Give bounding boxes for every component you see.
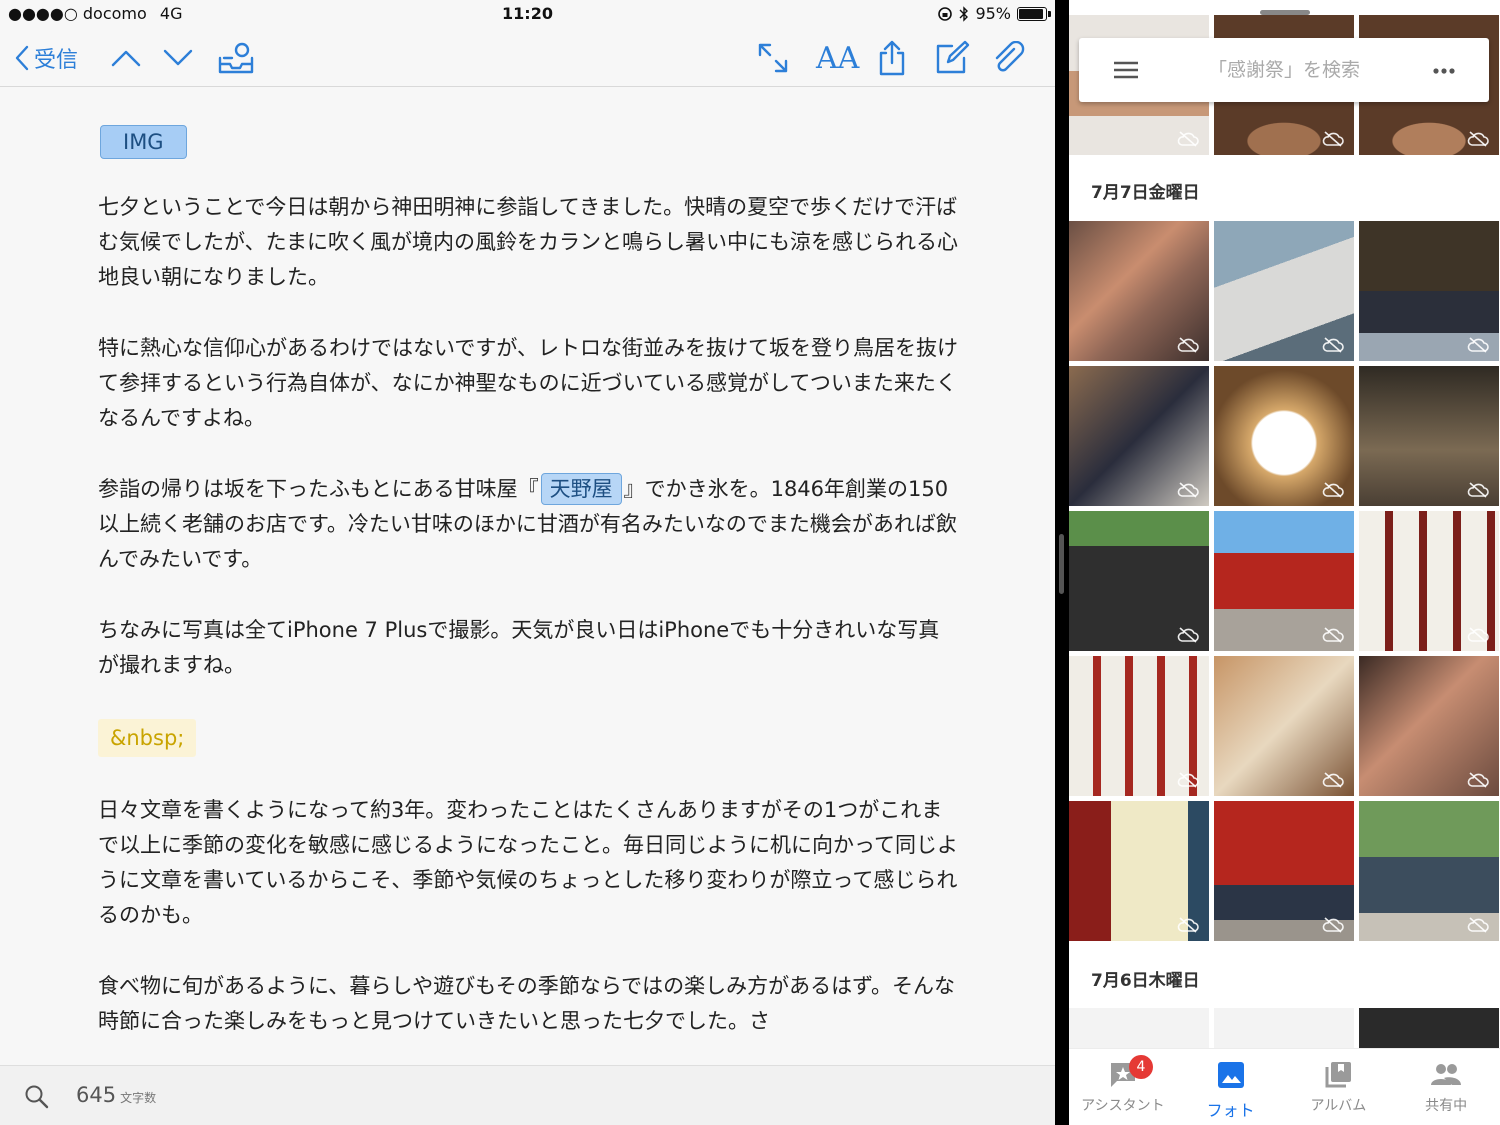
cloud-off-icon bbox=[1322, 772, 1344, 788]
paragraph-6: 食べ物に旬があるように、暮らしや遊びもその季節ならではの楽しみ方があるはず。そん… bbox=[98, 974, 956, 1033]
nav-sharing[interactable]: 共有中 bbox=[1392, 1049, 1500, 1125]
back-button[interactable]: 受信 bbox=[14, 38, 78, 78]
photo-tile[interactable] bbox=[1069, 221, 1209, 361]
share-button[interactable] bbox=[876, 38, 908, 78]
paragraph-4: ちなみに写真は全てiPhone 7 Plusで撮影。天気が良い日はiPhoneで… bbox=[98, 618, 940, 677]
photo-tile[interactable] bbox=[1069, 801, 1209, 941]
editor-content[interactable]: IMG 七夕ということで今日は朝から神田明神に参詣してきました。快晴の夏空で歩く… bbox=[98, 100, 958, 1075]
editor-bottom-bar: 645 文字数 bbox=[0, 1065, 1055, 1125]
battery-percent: 95% bbox=[975, 4, 1011, 23]
cloud-off-icon bbox=[1467, 917, 1489, 933]
cloud-off-icon bbox=[1322, 131, 1344, 147]
photo-tile[interactable] bbox=[1214, 366, 1354, 506]
drag-handle[interactable] bbox=[1260, 10, 1310, 15]
nav-assistant[interactable]: 4 アシスタント bbox=[1069, 1049, 1177, 1125]
cloud-off-icon bbox=[1177, 482, 1199, 498]
attach-icon bbox=[995, 41, 1025, 72]
editor-pane: ●●●●○ docomo 4G 11:20 95% 受信 AA IMG 七夕とい… bbox=[0, 0, 1055, 1125]
more-icon[interactable] bbox=[1433, 68, 1455, 74]
chevron-up-icon bbox=[111, 50, 141, 67]
photo-grid-july-6 bbox=[1069, 1008, 1499, 1048]
cloud-off-icon bbox=[1322, 627, 1344, 643]
compose-button[interactable] bbox=[934, 38, 970, 78]
next-button[interactable] bbox=[162, 38, 194, 78]
cloud-off-icon bbox=[1467, 337, 1489, 353]
photo-tile[interactable] bbox=[1214, 1008, 1354, 1048]
photo-tile[interactable] bbox=[1069, 1008, 1209, 1048]
split-view-handle[interactable] bbox=[1059, 534, 1064, 594]
cloud-off-icon bbox=[1177, 627, 1199, 643]
paragraph-2: 特に熱心な信仰心があるわけではないですが、レトロな街並みを抜けて坂を登り鳥居を抜… bbox=[98, 336, 958, 430]
photo-tile[interactable] bbox=[1069, 366, 1209, 506]
photo-grid-july-7 bbox=[1069, 221, 1499, 941]
cloud-off-icon bbox=[1467, 627, 1489, 643]
bluetooth-icon bbox=[959, 5, 969, 22]
inbox-archive-icon bbox=[218, 42, 254, 74]
photo-tile[interactable] bbox=[1214, 801, 1354, 941]
photo-tile[interactable] bbox=[1359, 366, 1499, 506]
chevron-left-icon bbox=[15, 45, 29, 71]
expand-icon bbox=[758, 43, 788, 73]
clock: 11:20 bbox=[502, 4, 553, 23]
previous-button[interactable] bbox=[110, 38, 142, 78]
expand-button[interactable] bbox=[756, 38, 790, 78]
inbox-archive-button[interactable] bbox=[216, 38, 256, 78]
photo-tile[interactable] bbox=[1214, 221, 1354, 361]
chevron-down-icon bbox=[163, 49, 193, 66]
photo-tile[interactable] bbox=[1214, 511, 1354, 651]
attach-button[interactable] bbox=[992, 38, 1026, 78]
photo-tile[interactable] bbox=[1214, 656, 1354, 796]
paragraph-5: 日々文章を書くようになって約3年。変わったことはたくさんありますがその1つがこれ… bbox=[98, 798, 958, 927]
compose-icon bbox=[936, 40, 970, 74]
photo-tile[interactable] bbox=[1359, 221, 1499, 361]
battery-icon bbox=[1017, 6, 1051, 21]
photos-bottom-nav: 4 アシスタント フォト アルバム 共有中 bbox=[1069, 1048, 1500, 1125]
nbsp-tag[interactable]: &nbsp; bbox=[98, 719, 197, 757]
cloud-off-icon bbox=[1322, 482, 1344, 498]
photo-search-bar: 「感謝祭」を検索 bbox=[1079, 38, 1489, 102]
share-icon bbox=[879, 40, 905, 76]
photo-search-input[interactable]: 「感謝祭」を検索 bbox=[1169, 38, 1399, 102]
font-size-button[interactable]: AA bbox=[816, 38, 859, 78]
date-header: 7月6日木曜日 bbox=[1091, 971, 1200, 991]
search-icon[interactable] bbox=[24, 1084, 50, 1110]
cloud-off-icon bbox=[1177, 131, 1199, 147]
menu-icon[interactable] bbox=[1113, 61, 1139, 79]
nav-photos[interactable]: フォト bbox=[1177, 1049, 1285, 1125]
cloud-off-icon bbox=[1322, 917, 1344, 933]
nav-albums[interactable]: アルバム bbox=[1285, 1049, 1393, 1125]
cloud-off-icon bbox=[1322, 337, 1344, 353]
paragraph-1: 七夕ということで今日は朝から神田明神に参詣してきました。快晴の夏空で歩くだけで汗… bbox=[98, 195, 958, 289]
photo-tile[interactable] bbox=[1359, 1008, 1499, 1048]
assistant-badge: 4 bbox=[1129, 1055, 1153, 1079]
back-label: 受信 bbox=[34, 48, 79, 73]
photo-tile[interactable] bbox=[1069, 656, 1209, 796]
photo-tile[interactable] bbox=[1359, 511, 1499, 651]
photos-icon bbox=[1217, 1062, 1244, 1088]
people-icon bbox=[1431, 1064, 1462, 1085]
word-count[interactable]: 645 文字数 bbox=[76, 1083, 156, 1107]
rotation-lock-icon bbox=[938, 6, 953, 21]
date-header: 7月7日金曜日 bbox=[1091, 183, 1200, 203]
photo-tile[interactable] bbox=[1359, 656, 1499, 796]
link-tag[interactable]: 天野屋 bbox=[540, 473, 622, 505]
cloud-off-icon bbox=[1177, 337, 1199, 353]
split-view-divider bbox=[1055, 0, 1069, 1125]
image-tag[interactable]: IMG bbox=[100, 125, 187, 159]
font-size-icon: AA bbox=[816, 40, 860, 76]
editor-toolbar: 受信 AA bbox=[0, 28, 1055, 87]
photo-tile[interactable] bbox=[1359, 801, 1499, 941]
paragraph-3: 参詣の帰りは坂を下ったふもとにある甘味屋『 天野屋 』でかき氷を。1846年創業の1… bbox=[98, 472, 958, 577]
photo-tile[interactable] bbox=[1069, 511, 1209, 651]
cloud-off-icon bbox=[1177, 772, 1199, 788]
albums-icon bbox=[1325, 1062, 1352, 1088]
cloud-off-icon bbox=[1467, 131, 1489, 147]
cloud-off-icon bbox=[1177, 917, 1199, 933]
cloud-off-icon bbox=[1467, 772, 1489, 788]
cloud-off-icon bbox=[1467, 482, 1489, 498]
photos-pane: 「感謝祭」を検索 7月7日金曜日 7月6日木曜日 4 アシスタント フォト アル… bbox=[1069, 0, 1500, 1125]
status-bar: ●●●●○ docomo 4G 11:20 95% bbox=[0, 0, 1055, 28]
